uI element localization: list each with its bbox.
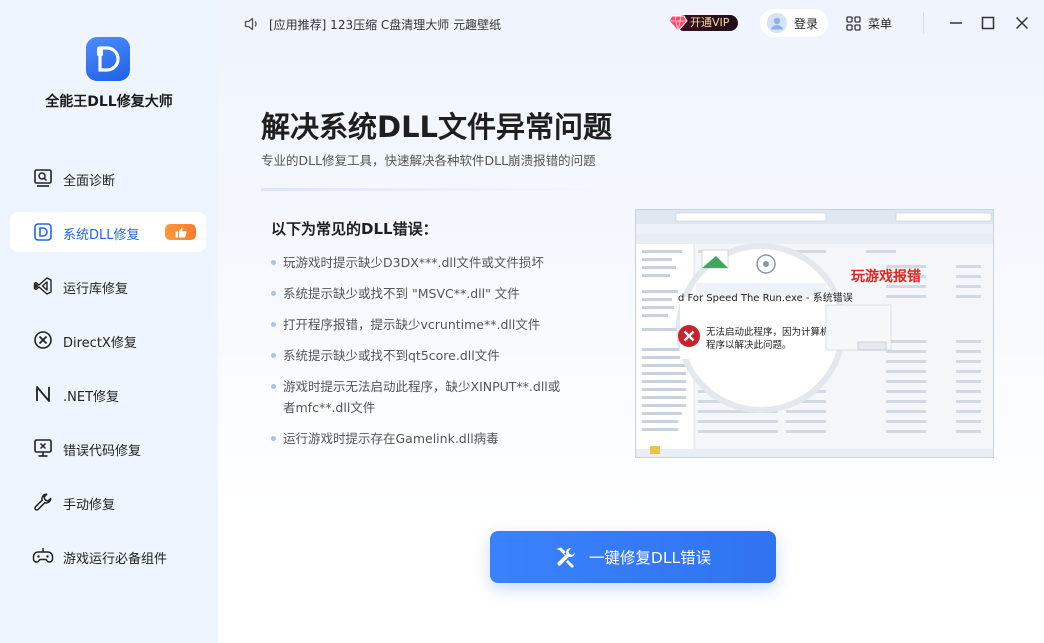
dotnet-n-icon bbox=[32, 383, 54, 405]
maximize-button[interactable] bbox=[978, 13, 998, 33]
speaker-icon bbox=[244, 17, 260, 31]
game-error-label: 玩游戏报错 bbox=[851, 269, 921, 285]
title-divider bbox=[261, 188, 606, 191]
sidebar-item-label: 手动修复 bbox=[63, 498, 116, 513]
error-list-item: 运行游戏时提示存在Gamelink.dll病毒 bbox=[271, 428, 571, 449]
error-example-screenshot: d For Speed The Run.exe - 系统错误 无法启动此程序，因… bbox=[635, 209, 994, 458]
sidebar-item-label: 系统DLL修复 bbox=[63, 228, 140, 243]
sidebar-item-runtime-repair[interactable]: 运行库修复 bbox=[10, 266, 206, 306]
thumbs-up-icon bbox=[165, 224, 196, 240]
maximize-icon bbox=[981, 16, 995, 30]
sidebar-item-label: 错误代码修复 bbox=[63, 444, 142, 459]
sidebar-item-label: 运行库修复 bbox=[63, 282, 129, 297]
common-errors-heading: 以下为常见的DLL错误： bbox=[271, 220, 438, 238]
close-icon bbox=[1015, 16, 1029, 30]
main-panel: [应用推荐] 123压缩 C盘清理大师 元趣壁纸 开通VIP 登录 菜单 解决系… bbox=[218, 0, 1044, 643]
vip-button[interactable]: 开通VIP bbox=[668, 13, 740, 33]
error-list-item: 系统提示缺少或找不到qt5core.dll文件 bbox=[271, 345, 571, 366]
app-name: 全能王DLL修复大师 bbox=[45, 94, 173, 110]
gamepad-icon bbox=[32, 545, 54, 567]
one-click-fix-button[interactable]: 一键修复DLL错误 bbox=[490, 531, 776, 583]
error-list-item: 系统提示缺少或找不到 "MSVC**.dll" 文件 bbox=[271, 283, 571, 304]
wrench-icon bbox=[32, 491, 54, 513]
minimize-button[interactable] bbox=[946, 13, 966, 33]
sidebar-item-label: 全面诊断 bbox=[63, 174, 116, 189]
page-title: 解决系统DLL文件异常问题 bbox=[261, 110, 613, 144]
sidebar-item-game-components[interactable]: 游戏运行必备组件 bbox=[10, 536, 206, 576]
directx-icon bbox=[32, 329, 54, 351]
close-button[interactable] bbox=[1012, 13, 1032, 33]
diamond-icon bbox=[668, 13, 688, 37]
error-list-item: 打开程序报错，提示缺少vcruntime**.dll文件 bbox=[271, 314, 571, 335]
notice-text: [应用推荐] 123压缩 C盘清理大师 元趣壁纸 bbox=[269, 17, 502, 32]
grid-menu-icon bbox=[846, 15, 861, 31]
dialog-text-line-2: 程序以解决此问题。 bbox=[706, 340, 792, 351]
user-avatar-icon bbox=[767, 13, 787, 33]
page-subtitle: 专业的DLL修复工具，快速解决各种软件DLL崩溃报错的问题 bbox=[261, 153, 596, 168]
sidebar-item-label: 游戏运行必备组件 bbox=[63, 552, 168, 567]
login-button[interactable]: 登录 bbox=[760, 9, 828, 37]
monitor-x-icon bbox=[32, 437, 54, 459]
sidebar: 全能王DLL修复大师 全面诊断 系统DLL修复 运行库修复 DirectX修复 … bbox=[0, 0, 218, 643]
dialog-text-line-1: 无法启动此程序，因为计算机中丢 bbox=[706, 327, 826, 338]
error-list-item: 玩游戏时提示缺少D3DX***.dll文件或文件损坏 bbox=[271, 252, 571, 273]
dll-d-icon bbox=[32, 221, 54, 243]
fix-button-label: 一键修复DLL错误 bbox=[588, 549, 712, 567]
sidebar-item-full-diagnosis[interactable]: 全面诊断 bbox=[10, 158, 206, 198]
sidebar-item-error-code[interactable]: 错误代码修复 bbox=[10, 428, 206, 468]
dialog-title: d For Speed The Run.exe - 系统错误 bbox=[678, 293, 853, 304]
monitor-search-icon bbox=[32, 167, 54, 189]
sidebar-item-label: DirectX修复 bbox=[63, 336, 137, 351]
menu-label: 菜单 bbox=[868, 16, 893, 31]
app-logo bbox=[86, 37, 130, 81]
sidebar-item-label: .NET修复 bbox=[63, 390, 120, 405]
sidebar-item-directx[interactable]: DirectX修复 bbox=[10, 320, 206, 360]
sidebar-item-dotnet[interactable]: .NET修复 bbox=[10, 374, 206, 414]
toolbar-divider bbox=[923, 12, 924, 34]
tools-icon bbox=[555, 546, 577, 568]
sidebar-item-manual-repair[interactable]: 手动修复 bbox=[10, 482, 206, 522]
sidebar-item-system-dll[interactable]: 系统DLL修复 bbox=[10, 212, 206, 252]
minimize-icon bbox=[950, 22, 962, 24]
menu-button[interactable]: 菜单 bbox=[846, 13, 892, 33]
error-list-item: 游戏时提示无法启动此程序，缺少XINPUT**.dll或者mfc**.dll文件 bbox=[271, 376, 571, 418]
app-recommend-notice[interactable]: [应用推荐] 123压缩 C盘清理大师 元趣壁纸 bbox=[244, 14, 501, 34]
login-label: 登录 bbox=[794, 16, 819, 31]
visual-studio-icon bbox=[32, 275, 54, 297]
